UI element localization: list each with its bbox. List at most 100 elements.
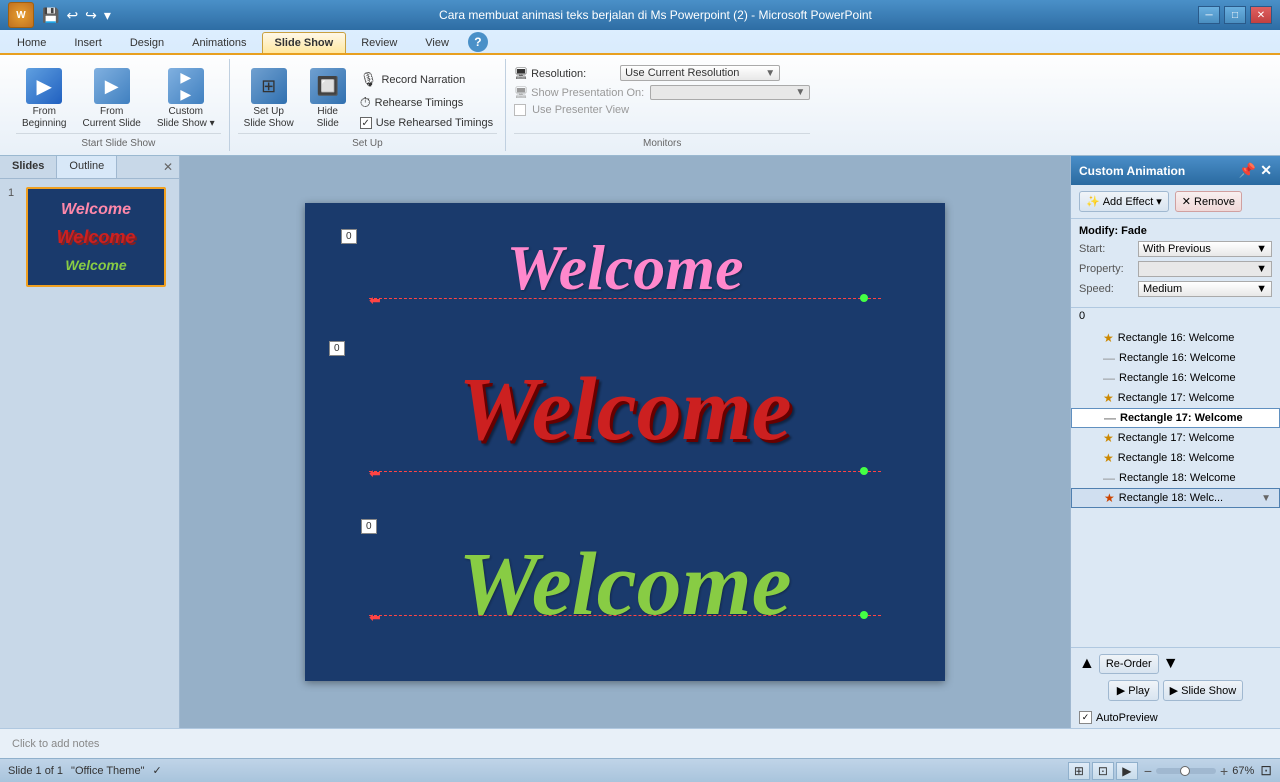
- green-dot-red: [860, 467, 868, 475]
- from-beginning-button[interactable]: ▶ FromBeginning: [16, 65, 72, 133]
- group-setup: ⊞ Set UpSlide Show 🔲 HideSlide 🎙 Record …: [230, 59, 506, 151]
- start-select[interactable]: With Previous ▼: [1138, 241, 1272, 257]
- hide-slide-button[interactable]: 🔲 HideSlide: [304, 65, 352, 133]
- anim-item-r18-1[interactable]: ★ Rectangle 18: Welcome: [1071, 448, 1280, 468]
- tab-insert[interactable]: Insert: [61, 32, 115, 53]
- group-monitors: 🖥 Resolution: Use Current Resolution ▼ 🖥…: [506, 59, 818, 151]
- ribbon-content: ▶ FromBeginning ▶ FromCurrent Slide ▶▶ C…: [0, 53, 1280, 155]
- star-icon-r18-1: ★: [1103, 451, 1114, 465]
- show-presentation-icon: ▼: [795, 87, 805, 98]
- title-bar: W 💾 ↩ ↪ ▾ Cara membuat animasi teks berj…: [0, 0, 1280, 30]
- outline-tab[interactable]: Outline: [57, 156, 117, 178]
- autopreview-checkbox[interactable]: ✓: [1079, 711, 1092, 724]
- tab-animations[interactable]: Animations: [179, 32, 259, 53]
- slides-panel-content: 1 Welcome Welcome Welcome: [0, 179, 179, 728]
- notes-area[interactable]: Click to add notes: [0, 728, 1280, 758]
- rehearse-icon: ⏱: [360, 94, 371, 111]
- tab-view[interactable]: View: [412, 32, 462, 53]
- setup-small-buttons: 🎙 Record Narration ⏱ Rehearse Timings ✓ …: [356, 65, 497, 131]
- property-select[interactable]: ▼: [1138, 261, 1272, 277]
- add-effect-button[interactable]: ✨ Add Effect ▾: [1079, 191, 1169, 212]
- welcome-text-green: Welcome: [315, 533, 935, 636]
- from-beginning-label: FromBeginning: [22, 106, 66, 130]
- slide-count: Slide 1 of 1: [8, 765, 63, 777]
- zoom-slider[interactable]: [1156, 768, 1216, 774]
- reorder-button[interactable]: Re-Order: [1099, 654, 1159, 674]
- group-start-slideshow: ▶ FromBeginning ▶ FromCurrent Slide ▶▶ C…: [8, 59, 230, 151]
- fit-window-icon[interactable]: ⊡: [1260, 762, 1272, 779]
- status-left: Slide 1 of 1 "Office Theme" ✓: [8, 764, 162, 777]
- use-rehearsed-button[interactable]: ✓ Use Rehearsed Timings: [356, 115, 497, 131]
- canvas-area: 0 0 0 Welcome ⬅ Welcome ⬅ Welcome ⬅: [180, 156, 1070, 728]
- speed-select[interactable]: Medium ▼: [1138, 281, 1272, 297]
- tab-slideshow[interactable]: Slide Show: [262, 32, 347, 53]
- anim-item-r17-2[interactable]: — Rectangle 17: Welcome: [1071, 408, 1280, 428]
- custom-slideshow-button[interactable]: ▶▶ CustomSlide Show ▾: [151, 65, 221, 133]
- tab-home[interactable]: Home: [4, 32, 59, 53]
- speed-value: Medium: [1143, 283, 1182, 295]
- slide-thumbnail-1[interactable]: Welcome Welcome Welcome: [26, 187, 166, 287]
- maximize-button[interactable]: □: [1224, 6, 1246, 24]
- ribbon: Home Insert Design Animations Slide Show…: [0, 30, 1280, 156]
- redo-icon[interactable]: ↪: [83, 5, 99, 26]
- slideshow-button[interactable]: ▶ Slide Show: [1163, 680, 1244, 701]
- quick-access-toolbar: 💾 ↩ ↪ ▾: [40, 5, 113, 26]
- normal-view-button[interactable]: ⊞: [1068, 762, 1090, 780]
- slides-tab[interactable]: Slides: [0, 156, 57, 178]
- resolution-select[interactable]: Use Current Resolution ▼: [620, 65, 780, 81]
- anim-item-r16-1[interactable]: ★ Rectangle 16: Welcome: [1071, 328, 1280, 348]
- tab-design[interactable]: Design: [117, 32, 177, 53]
- anim-item-r18-2[interactable]: — Rectangle 18: Welcome: [1071, 468, 1280, 488]
- slides-panel-close[interactable]: ✕: [157, 156, 179, 178]
- undo-icon[interactable]: ↩: [64, 5, 80, 26]
- presenter-view-checkbox[interactable]: [514, 104, 526, 116]
- reorder-up-icon[interactable]: ▲: [1079, 655, 1095, 673]
- close-button[interactable]: ✕: [1250, 6, 1272, 24]
- slide-canvas[interactable]: 0 0 0 Welcome ⬅ Welcome ⬅ Welcome ⬅: [305, 203, 945, 681]
- setup-slideshow-button[interactable]: ⊞ Set UpSlide Show: [238, 65, 300, 133]
- rehearse-timings-button[interactable]: ⏱ Rehearse Timings: [356, 92, 497, 113]
- use-rehearsed-checkbox[interactable]: ✓: [360, 117, 372, 129]
- slide-sorter-button[interactable]: ⊡: [1092, 762, 1114, 780]
- save-icon[interactable]: 💾: [40, 5, 61, 26]
- anim-item-r18-3-dropdown[interactable]: ▼: [1261, 493, 1271, 504]
- tab-review[interactable]: Review: [348, 32, 410, 53]
- line-icon-r16-3: —: [1103, 371, 1115, 385]
- anim-item-r17-3[interactable]: ★ Rectangle 17: Welcome: [1071, 428, 1280, 448]
- status-right: ⊞ ⊡ ▶ − + 67% ⊡: [1068, 762, 1272, 780]
- anim-item-r16-3[interactable]: — Rectangle 16: Welcome: [1071, 368, 1280, 388]
- remove-button[interactable]: ✕ Remove: [1175, 191, 1242, 212]
- zoom-level: 67%: [1232, 765, 1254, 777]
- start-slideshow-group-label: Start Slide Show: [16, 133, 221, 149]
- slideshow-view-button[interactable]: ▶: [1116, 762, 1138, 780]
- record-narration-button[interactable]: 🎙 Record Narration: [356, 69, 497, 90]
- slideshow-label: Slide Show: [1181, 685, 1236, 697]
- animation-panel-close[interactable]: ✕: [1260, 162, 1272, 179]
- minimize-button[interactable]: ─: [1198, 6, 1220, 24]
- office-button[interactable]: W: [8, 2, 34, 28]
- thumb-text-red: Welcome: [57, 227, 136, 248]
- line-icon-r17-2: —: [1104, 411, 1116, 425]
- anim-item-r18-3[interactable]: ★ Rectangle 18: Welc... ▼: [1071, 488, 1280, 508]
- star-icon-r17-3: ★: [1103, 431, 1114, 445]
- resolution-dropdown-icon: ▼: [765, 68, 775, 79]
- anim-item-r17-1[interactable]: ★ Rectangle 17: Welcome: [1071, 388, 1280, 408]
- start-dropdown-icon: ▼: [1256, 243, 1267, 255]
- motion-line-pink: [369, 298, 881, 299]
- play-button[interactable]: ▶ Play: [1108, 680, 1159, 701]
- more-icon[interactable]: ▾: [102, 5, 113, 26]
- rehearse-timings-label: Rehearse Timings: [375, 97, 464, 109]
- zoom-in-icon[interactable]: +: [1220, 763, 1228, 779]
- help-icon[interactable]: ?: [468, 32, 488, 52]
- zoom-out-icon[interactable]: −: [1144, 763, 1152, 779]
- add-effect-label: Add Effect: [1103, 196, 1154, 208]
- animation-panel-pin[interactable]: 📌: [1239, 162, 1256, 179]
- from-current-button[interactable]: ▶ FromCurrent Slide: [76, 65, 146, 133]
- anim-item-r18-3-text: Rectangle 18: Welc...: [1119, 492, 1257, 504]
- show-presentation-select[interactable]: ▼: [650, 85, 810, 100]
- motion-arrow-left-pink: ⬅: [369, 292, 381, 309]
- anim-item-r16-2[interactable]: — Rectangle 16: Welcome: [1071, 348, 1280, 368]
- property-label: Property:: [1079, 263, 1134, 275]
- reorder-down-icon[interactable]: ▼: [1163, 655, 1179, 673]
- zoom-section: − + 67%: [1144, 763, 1254, 779]
